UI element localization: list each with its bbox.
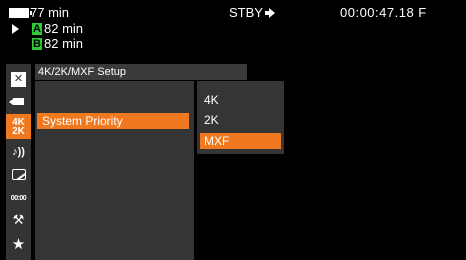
slot-b-status: B 82 min <box>12 37 83 51</box>
camera-icon[interactable] <box>6 91 31 111</box>
play-arrow-icon <box>12 24 19 34</box>
slot-a-time: 82 min <box>44 21 84 36</box>
standby-arrow-icon <box>264 8 275 18</box>
mode-label: STBY <box>229 5 263 20</box>
audio-icon[interactable]: ♪)) <box>6 142 31 162</box>
menu-category-sidebar: ✕ 4K 2K ♪)) 00:00 ⚒ ★ <box>6 64 31 260</box>
menu-title: 4K/2K/MXF Setup <box>35 64 247 80</box>
slot-a-status: A 82 min <box>12 22 83 36</box>
slot-b-badge: B <box>32 38 42 50</box>
4k-2k-icon[interactable]: 4K 2K <box>6 114 31 139</box>
close-icon[interactable]: ✕ <box>6 69 31 89</box>
option-mxf[interactable]: MXF <box>200 133 281 149</box>
slot-b-time: 82 min <box>44 36 84 51</box>
slot-a-badge: A <box>32 23 42 35</box>
battery-status: 77 min <box>9 6 69 20</box>
close-glyph: ✕ <box>11 71 26 87</box>
display-glyph <box>11 168 26 180</box>
battery-time: 77 min <box>30 5 70 20</box>
battery-icon <box>9 8 32 18</box>
menu-panel <box>35 81 194 260</box>
display-icon[interactable] <box>6 164 31 184</box>
wrench-icon[interactable]: ⚒ <box>6 210 31 230</box>
camera-glyph <box>9 97 24 105</box>
mode-indicator: STBY <box>229 5 275 20</box>
star-icon[interactable]: ★ <box>6 234 31 254</box>
option-4k[interactable]: 4K <box>200 92 281 108</box>
option-2k[interactable]: 2K <box>200 112 281 128</box>
status-bar: 77 min A 82 min B 82 min STBY 00:00:47.1… <box>0 0 466 60</box>
timecode-icon[interactable]: 00:00 <box>6 188 31 208</box>
4k-glyph-bottom: 2K <box>12 125 25 137</box>
menu-item-system-priority[interactable]: System Priority <box>37 113 189 129</box>
timecode: 00:00:47.18 F <box>340 5 427 20</box>
